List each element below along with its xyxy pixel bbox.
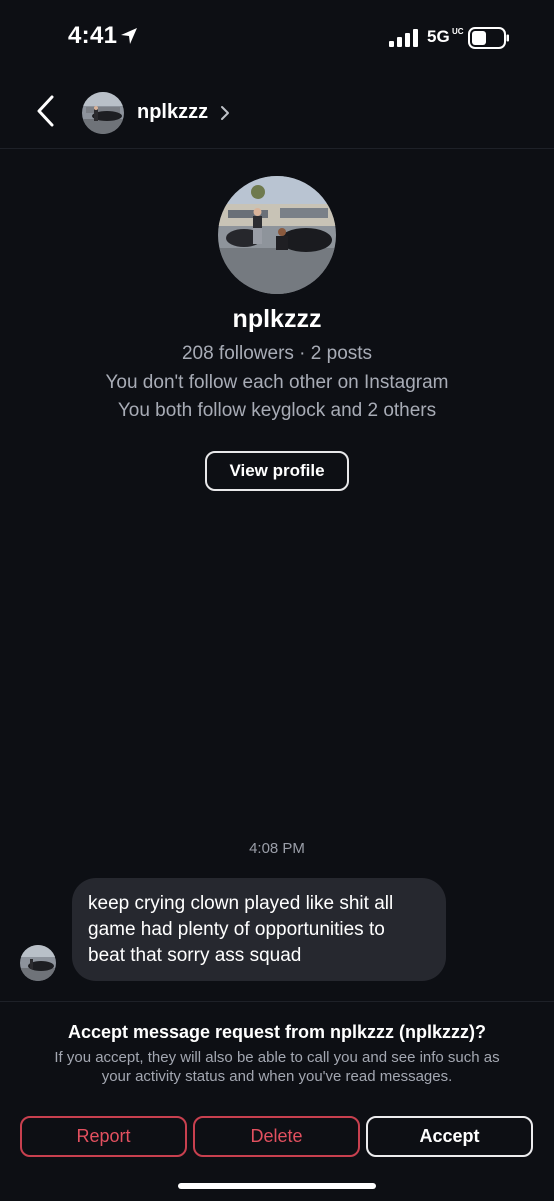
status-time: 4:41 (68, 22, 118, 49)
header-avatar[interactable] (82, 92, 124, 134)
mutual-followers: You both follow keyglock and 2 others (117, 400, 437, 421)
message-line: beat that sorry ass squad (88, 945, 302, 966)
chat-header: nplkzzz (0, 80, 554, 149)
view-profile-button[interactable]: View profile (205, 451, 349, 491)
network-sub-label: UC (452, 27, 464, 36)
message-bubble[interactable]: keep crying clown played like shit all g… (72, 878, 446, 981)
message-line: keep crying clown played like shit all (88, 893, 394, 914)
request-title: Accept message request from nplkzzz (npl… (67, 1022, 487, 1042)
message-request-panel: Accept message request from nplkzzz (npl… (0, 1001, 554, 1201)
network-type: 5G (427, 27, 450, 46)
location-arrow-icon (121, 28, 137, 44)
message-timestamp: 4:08 PM (249, 840, 305, 857)
request-description: If you accept, they will also be able to… (30, 1048, 524, 1086)
profile-name: nplkzzz (232, 305, 322, 333)
delete-button[interactable]: Delete (193, 1116, 360, 1157)
profile-stats: 208 followers · 2 posts (181, 343, 373, 364)
back-chevron-icon[interactable] (34, 94, 58, 128)
battery-icon (468, 27, 509, 49)
request-description-line: If you accept, they will also be able to… (54, 1049, 500, 1066)
sender-avatar[interactable] (20, 945, 56, 981)
accept-button[interactable]: Accept (366, 1116, 533, 1157)
request-description-line: your activity status and when you've rea… (101, 1068, 453, 1085)
header-username[interactable]: nplkzzz (137, 101, 208, 124)
chevron-right-icon[interactable] (219, 104, 231, 122)
message-line: game had plenty of opportunities to (88, 919, 385, 940)
home-indicator[interactable] (178, 1183, 376, 1189)
cellular-signal-icon (389, 29, 418, 47)
status-bar: 4:41 5G UC (0, 0, 554, 70)
follow-status: You don't follow each other on Instagram (105, 372, 449, 393)
profile-avatar[interactable] (218, 176, 336, 294)
report-button[interactable]: Report (20, 1116, 187, 1157)
